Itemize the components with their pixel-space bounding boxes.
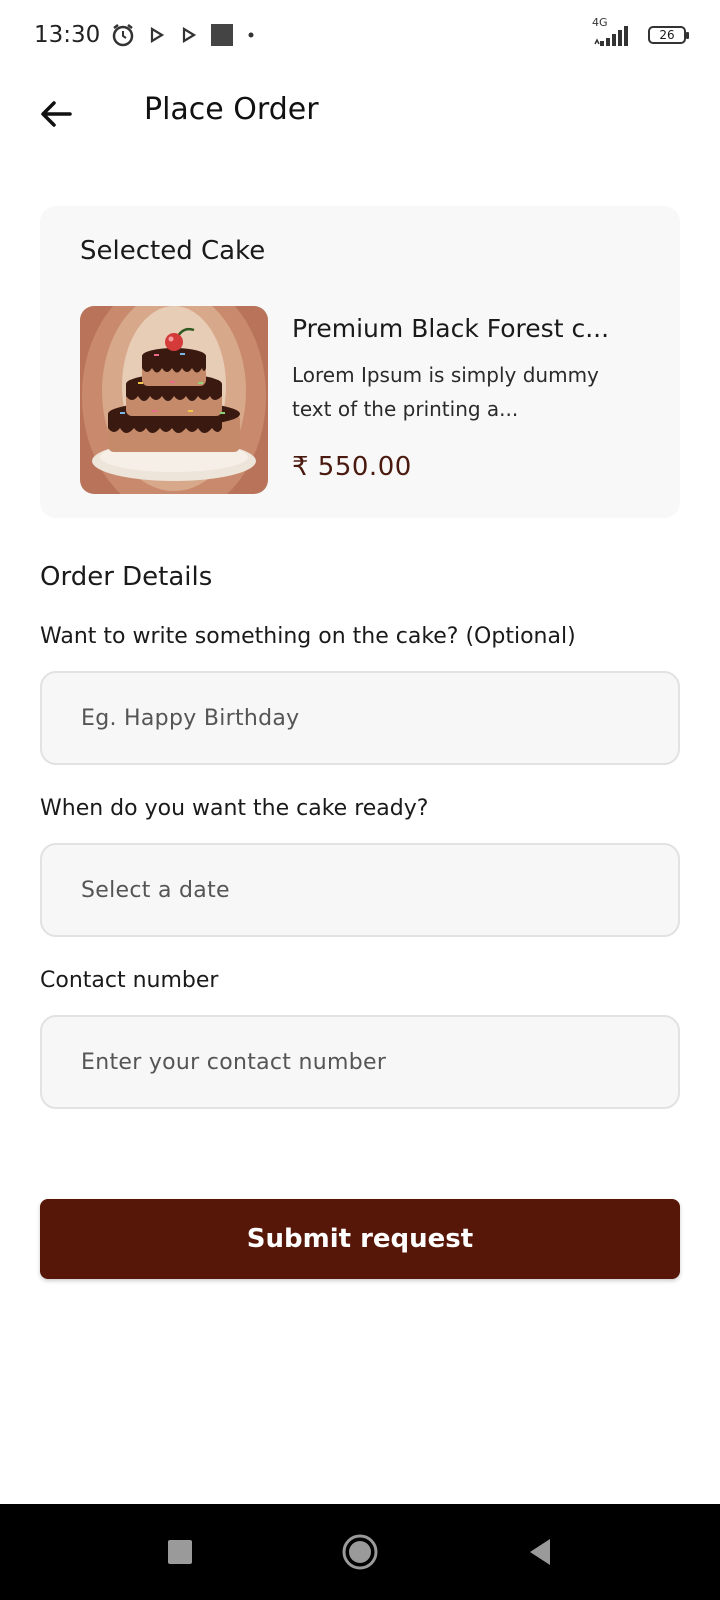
arrow-left-icon [41, 101, 72, 127]
square-icon [168, 1540, 192, 1564]
home-button[interactable] [330, 1522, 390, 1582]
date-picker-field[interactable]: Select a date [40, 843, 680, 937]
alarm-icon [110, 22, 136, 48]
cake-message-placeholder: Eg. Happy Birthday [81, 705, 300, 731]
signal-icon: 4G [592, 16, 638, 48]
message-label: Want to write something on the cake? (Op… [40, 624, 576, 649]
date-placeholder: Select a date [81, 877, 230, 903]
cake-message-input[interactable]: Eg. Happy Birthday [40, 671, 680, 765]
circle-icon [342, 1534, 378, 1570]
play-icon [146, 24, 168, 46]
status-left: 13:30 [34, 22, 258, 48]
contact-number-input[interactable]: Enter your contact number [40, 1015, 680, 1109]
cake-name: Premium Black Forest c... [292, 314, 610, 343]
triangle-back-icon [530, 1539, 550, 1565]
back-button[interactable] [30, 88, 82, 140]
cake-description: Lorem Ipsum is simply dummy text of the … [292, 363, 599, 421]
submit-request-button[interactable]: Submit request [40, 1199, 680, 1279]
cake-image [80, 306, 268, 494]
dot-icon [244, 28, 258, 42]
system-nav-bar [0, 1504, 720, 1600]
network-type: 4G [592, 16, 608, 29]
status-time: 13:30 [34, 22, 101, 48]
status-right: 4G 26 [592, 16, 689, 48]
date-label: When do you want the cake ready? [40, 796, 429, 821]
contact-placeholder: Enter your contact number [81, 1049, 387, 1075]
battery-icon: 26 [648, 26, 689, 44]
square-icon [210, 23, 234, 47]
recents-button[interactable] [150, 1522, 210, 1582]
app-bar: Place Order [0, 78, 720, 148]
cake-price: ₹ 550.00 [292, 452, 412, 482]
contact-label: Contact number [40, 968, 219, 993]
play-icon [178, 24, 200, 46]
selected-cake-card: Selected Cake Premium Black Forest c... … [40, 206, 680, 518]
selected-cake-title: Selected Cake [80, 236, 266, 266]
status-bar: 13:30 4G 26 [0, 0, 720, 70]
back-nav-button[interactable] [510, 1522, 570, 1582]
order-details-title: Order Details [40, 562, 213, 592]
page-title: Place Order [144, 92, 319, 127]
